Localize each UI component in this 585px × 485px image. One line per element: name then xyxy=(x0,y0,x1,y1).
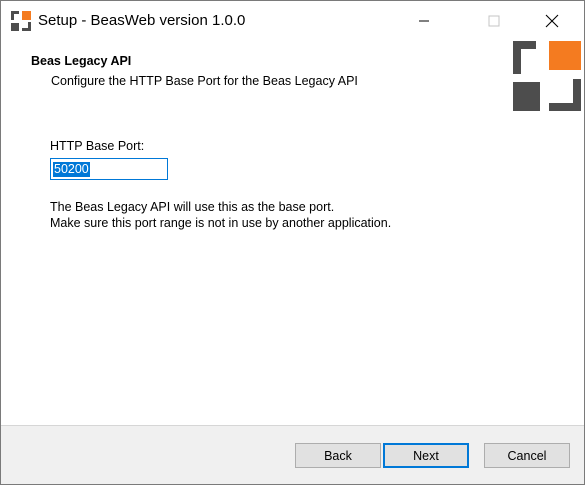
maximize-button xyxy=(471,1,517,41)
page-subtitle: Configure the HTTP Base Port for the Bea… xyxy=(51,74,358,88)
http-base-port-label: HTTP Base Port: xyxy=(50,139,145,153)
wizard-content: HTTP Base Port: 50200 The Beas Legacy AP… xyxy=(1,121,584,426)
beasweb-setup-icon xyxy=(11,11,31,31)
title-bar[interactable]: Setup - BeasWeb version 1.0.0 xyxy=(1,1,584,41)
minimize-icon xyxy=(419,20,429,22)
window-title: Setup - BeasWeb version 1.0.0 xyxy=(38,12,246,29)
beas-logo xyxy=(513,41,581,111)
back-button[interactable]: Back xyxy=(295,443,381,468)
info-text-line-1: The Beas Legacy API will use this as the… xyxy=(50,200,335,214)
close-icon xyxy=(545,14,559,28)
info-text-line-2: Make sure this port range is not in use … xyxy=(50,216,392,230)
wizard-footer: Back Next Cancel xyxy=(1,426,584,484)
close-button[interactable] xyxy=(529,1,575,41)
minimize-button[interactable] xyxy=(401,1,447,41)
cancel-button[interactable]: Cancel xyxy=(484,443,570,468)
maximize-icon xyxy=(488,15,500,27)
http-base-port-input[interactable]: 50200 xyxy=(50,158,168,180)
wizard-header: Beas Legacy API Configure the HTTP Base … xyxy=(1,41,584,121)
http-base-port-value: 50200 xyxy=(53,162,90,177)
setup-window: Setup - BeasWeb version 1.0.0 Beas Legac… xyxy=(0,0,585,485)
page-title: Beas Legacy API xyxy=(31,54,132,68)
next-button[interactable]: Next xyxy=(383,443,469,468)
